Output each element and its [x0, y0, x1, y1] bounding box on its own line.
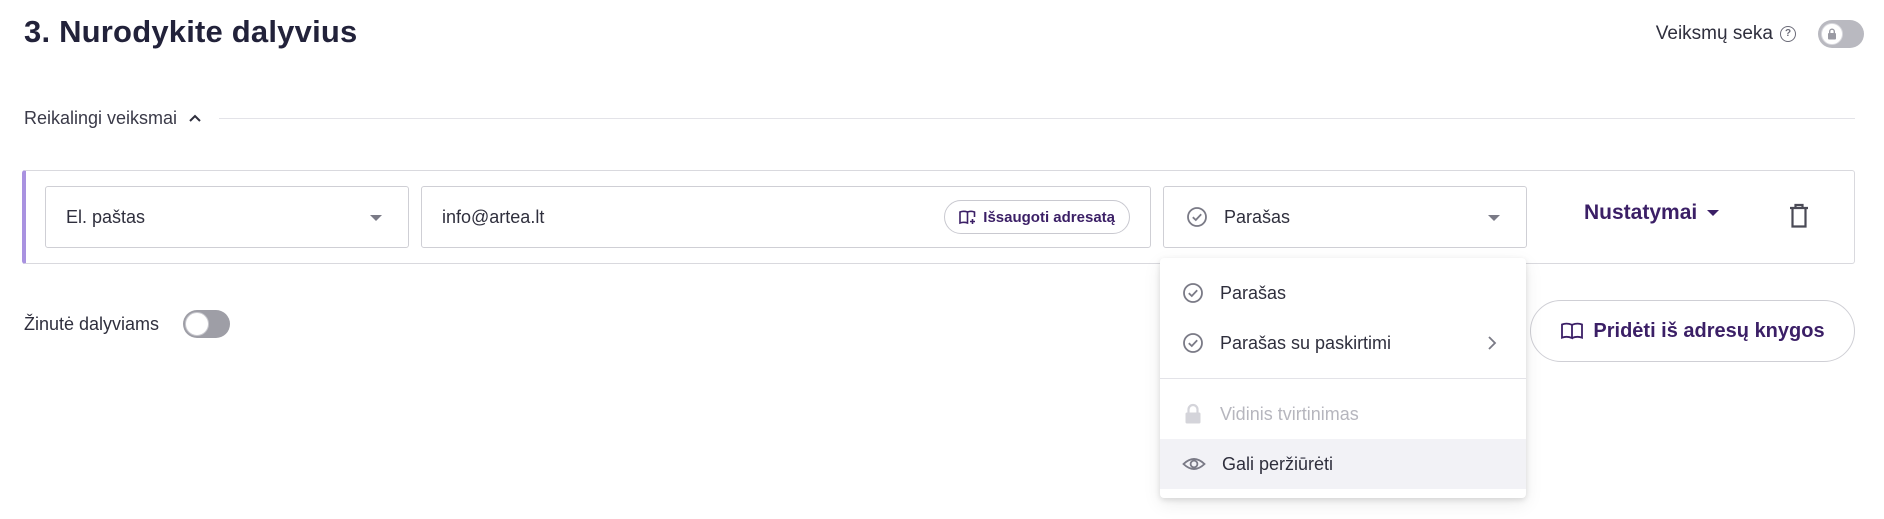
- menu-item-label: Vidinis tvirtinimas: [1220, 403, 1359, 424]
- action-type-value: Parašas: [1224, 206, 1291, 227]
- save-contact-button[interactable]: Išsaugoti adresatą: [944, 200, 1130, 234]
- chevron-down-icon: [1488, 215, 1500, 221]
- book-open-icon: [1561, 322, 1584, 340]
- action-sequence-control: Veiksmų seka ?: [1656, 20, 1864, 48]
- email-value: info@artea.lt: [442, 206, 545, 227]
- menu-item-can-view[interactable]: Gali peržiūrėti: [1160, 439, 1526, 489]
- menu-item-signature-with-purpose[interactable]: Parašas su paskirtimi: [1160, 318, 1526, 368]
- section-label[interactable]: Reikalingi veiksmai: [24, 108, 177, 129]
- recipient-type-select[interactable]: El. paštas: [45, 186, 409, 248]
- trash-icon[interactable]: [1788, 203, 1810, 229]
- save-contact-label: Išsaugoti adresatą: [983, 208, 1115, 226]
- section-divider: [219, 118, 1855, 119]
- check-circle-icon: [1187, 207, 1207, 227]
- participant-row: El. paštas info@artea.lt Išsaugoti adres…: [22, 170, 1855, 264]
- action-type-select[interactable]: Parašas: [1163, 186, 1527, 248]
- lock-icon: [1185, 403, 1201, 424]
- chevron-up-icon[interactable]: [187, 111, 203, 127]
- add-from-address-book-button[interactable]: Pridėti iš adresų knygos: [1530, 300, 1855, 362]
- message-label: Žinutė dalyviams: [24, 313, 160, 334]
- menu-item-internal-approval: Vidinis tvirtinimas: [1160, 389, 1526, 439]
- action-type-dropdown-menu: Parašas Parašas su paskirtimi Vidinis tv…: [1160, 258, 1526, 498]
- menu-item-label: Parašas: [1220, 282, 1287, 303]
- toggle-knob: [185, 312, 210, 336]
- sequence-toggle[interactable]: [1818, 20, 1864, 48]
- email-field[interactable]: info@artea.lt Išsaugoti adresatą: [421, 186, 1151, 248]
- menu-divider: [1160, 378, 1526, 379]
- menu-item-signature[interactable]: Parašas: [1160, 268, 1526, 318]
- help-circle-icon[interactable]: ?: [1780, 26, 1796, 42]
- menu-item-label: Gali peržiūrėti: [1222, 453, 1334, 474]
- message-toggle[interactable]: [183, 310, 231, 338]
- participant-message-control: Žinutė dalyviams: [24, 310, 231, 338]
- recipient-type-value: El. paštas: [66, 206, 146, 227]
- required-actions-section: Reikalingi veiksmai: [24, 108, 1855, 129]
- menu-item-label: Parašas su paskirtimi: [1220, 332, 1392, 353]
- chevron-down-icon: [370, 215, 382, 221]
- check-circle-icon: [1183, 333, 1203, 353]
- lock-icon: [1821, 23, 1843, 45]
- eye-icon: [1182, 458, 1206, 470]
- page-title: 3. Nurodykite dalyvius: [24, 14, 358, 49]
- add-from-book-label: Pridėti iš adresų knygos: [1593, 319, 1825, 342]
- sequence-label: Veiksmų seka: [1655, 23, 1773, 44]
- book-add-icon: [959, 210, 976, 224]
- check-circle-icon: [1183, 283, 1203, 303]
- caret-down-icon: [1707, 210, 1720, 216]
- chevron-right-icon: [1488, 336, 1497, 350]
- settings-button[interactable]: Nustatymai: [1584, 201, 1720, 225]
- settings-label: Nustatymai: [1584, 201, 1698, 224]
